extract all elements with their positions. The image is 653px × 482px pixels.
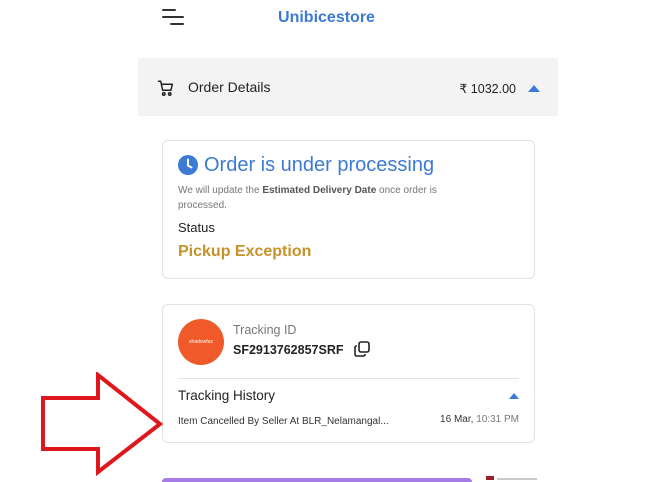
cart-icon bbox=[157, 80, 174, 96]
tracking-event-description: Item Cancelled By Seller At BLR_Nelamang… bbox=[178, 416, 389, 427]
copy-icon[interactable] bbox=[353, 340, 371, 358]
processing-note: We will update the Estimated Delivery Da… bbox=[178, 185, 437, 211]
status-value: Pickup Exception bbox=[178, 243, 312, 260]
red-arrow-icon bbox=[41, 372, 164, 477]
clock-icon bbox=[178, 155, 198, 175]
caret-up-icon[interactable] bbox=[509, 393, 519, 399]
tracking-card: shadowfax Tracking ID SF2913762857SRF Tr… bbox=[162, 304, 535, 443]
store-title: Unibicestore bbox=[278, 9, 375, 26]
processing-title: Order is under processing bbox=[204, 154, 435, 176]
tracking-id-label: Tracking ID bbox=[233, 323, 297, 337]
status-label: Status bbox=[178, 220, 215, 235]
order-details-label: Order Details bbox=[188, 79, 271, 95]
tracking-history-title: Tracking History bbox=[178, 388, 276, 403]
divider bbox=[178, 378, 519, 379]
processing-card: Order is under processing We will update… bbox=[162, 140, 535, 279]
shadowfax-logo: shadowfax bbox=[178, 319, 224, 365]
action-button[interactable] bbox=[162, 478, 472, 482]
caret-up-icon[interactable] bbox=[528, 85, 540, 92]
tracking-id-value: SF2913762857SRF bbox=[233, 343, 344, 357]
order-details-bar[interactable]: Order Details ₹ 1032.00 bbox=[138, 58, 558, 116]
tracking-event-datetime: 16 Mar, 10:31 PM bbox=[440, 414, 519, 425]
brand-mark bbox=[486, 476, 494, 480]
order-amount: ₹ 1032.00 bbox=[459, 82, 516, 96]
